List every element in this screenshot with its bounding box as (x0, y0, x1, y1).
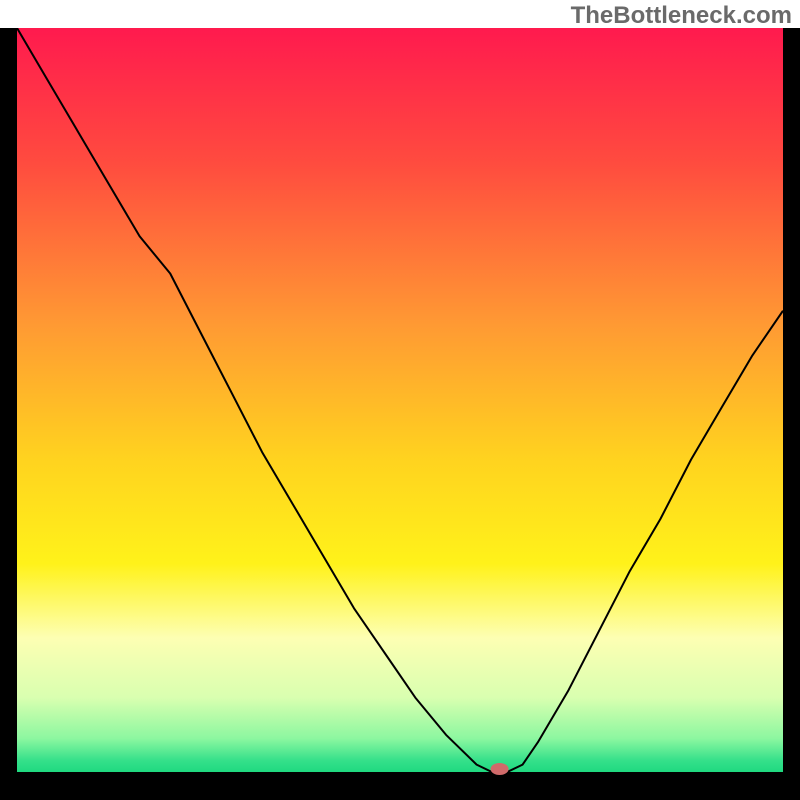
bottleneck-chart: TheBottleneck.com (0, 0, 800, 800)
watermark-label: TheBottleneck.com (571, 2, 792, 30)
optimal-marker (491, 763, 509, 775)
optimal-point (491, 763, 509, 775)
chart-svg (0, 0, 800, 800)
gradient-background (17, 28, 783, 772)
